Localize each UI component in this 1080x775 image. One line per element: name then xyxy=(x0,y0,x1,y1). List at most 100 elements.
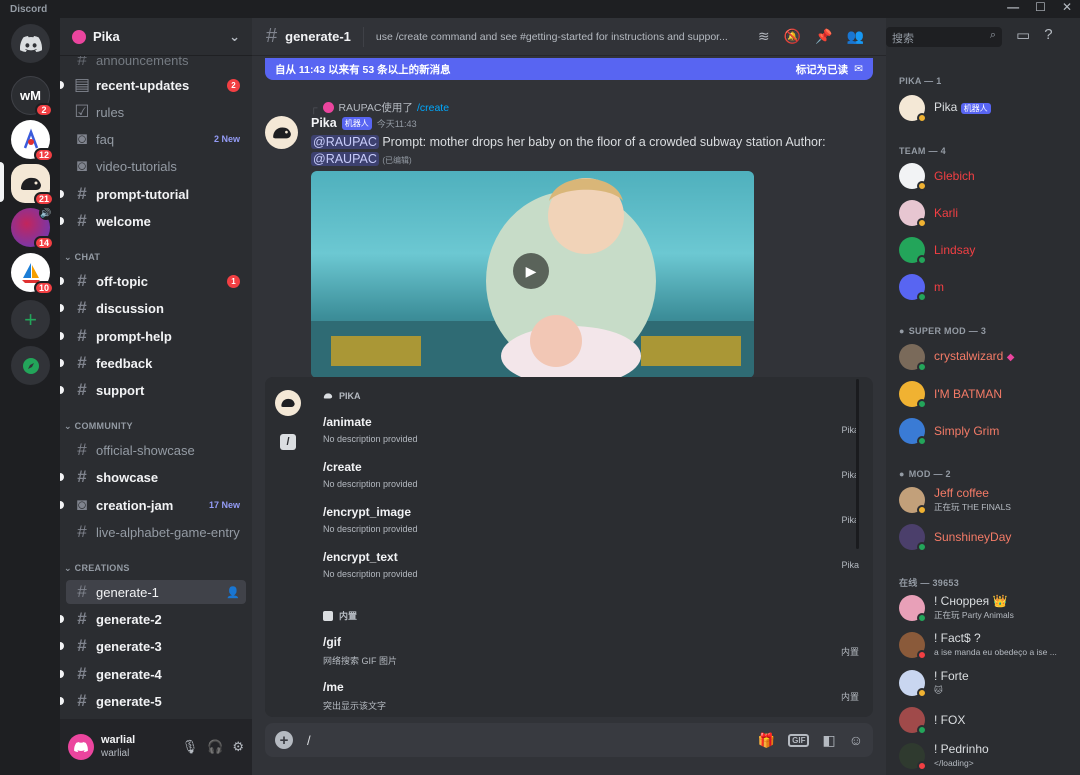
channel-generate-3[interactable]: # generate-3 xyxy=(60,634,246,658)
channel-prompt-tutorial[interactable]: # prompt-tutorial xyxy=(60,182,246,206)
message-content: @RAUPAC Prompt: mother drops her baby on… xyxy=(311,134,871,169)
add-attachment-button[interactable]: + xyxy=(275,731,293,749)
bot-tag: 机器人 xyxy=(960,103,991,114)
scrollbar[interactable] xyxy=(856,379,859,549)
channel-rules[interactable]: ☑ rules xyxy=(66,100,246,124)
channel-showcase[interactable]: # showcase xyxy=(60,465,246,489)
mute-bell-icon[interactable]: 🔕 xyxy=(784,28,801,45)
server-5[interactable]: 10 xyxy=(11,253,54,295)
user-names[interactable]: warlial warlial xyxy=(101,734,135,760)
search-placeholder: 搜索 xyxy=(892,33,914,45)
command-item[interactable]: /encrypt_text No description provided Pi… xyxy=(311,546,865,591)
avatar[interactable] xyxy=(265,116,298,149)
channel-faq[interactable]: ◙ faq 2 New xyxy=(66,127,246,151)
sticker-icon[interactable]: ◧ xyxy=(822,732,835,749)
server-4[interactable]: 14 🔊 xyxy=(11,206,54,250)
channel-feedback[interactable]: # feedback xyxy=(60,351,246,375)
add-server-button[interactable]: + xyxy=(11,300,50,339)
pika-group-icon xyxy=(323,393,333,399)
member-item[interactable]: SunshineyDay xyxy=(899,520,1074,554)
command-item[interactable]: /create No description provided Pika xyxy=(311,456,865,501)
search-input[interactable]: 搜索 ⌕ xyxy=(886,27,1002,47)
help-icon[interactable]: ? xyxy=(1044,26,1052,44)
member-item[interactable]: Glebich xyxy=(899,159,1074,193)
channel-video-tutorials[interactable]: ◙ video-tutorials xyxy=(66,154,246,178)
category-chat[interactable]: ⌄ CHAT xyxy=(64,252,100,263)
inbox-icon[interactable]: ▭ xyxy=(1016,26,1030,44)
command-item[interactable]: /me 突出显示该文字 内置 xyxy=(311,676,865,717)
reply-command[interactable]: /create xyxy=(417,102,449,114)
channel-prompt-help[interactable]: # prompt-help xyxy=(60,324,246,348)
message-author[interactable]: Pika xyxy=(311,116,337,130)
server-2[interactable]: 12 xyxy=(11,120,54,162)
server-wm[interactable]: wM 2 xyxy=(11,76,53,117)
user-mention[interactable]: @RAUPAC xyxy=(311,135,379,149)
gif-button[interactable]: GIF xyxy=(788,733,810,747)
minimize-button[interactable]: — xyxy=(1007,0,1019,14)
member-item[interactable]: Pika 机器人 xyxy=(899,91,1074,125)
video-attachment[interactable]: ▶ xyxy=(311,171,754,378)
reply-context[interactable]: ┌ RAUPAC使用了 /create xyxy=(310,100,449,115)
user-mention[interactable]: @RAUPAC xyxy=(311,152,379,166)
command-item[interactable]: /gif 网络搜索 GIF 图片 内置 xyxy=(311,631,865,676)
server-pika[interactable]: 21 xyxy=(11,164,54,206)
member-list-icon[interactable]: 👥 xyxy=(846,28,863,45)
channel-official-showcase[interactable]: # official-showcase xyxy=(66,438,246,462)
message-input-value[interactable]: / xyxy=(307,733,311,748)
member-item[interactable]: Jeff coffee 正在玩 THE FINALS xyxy=(899,483,1074,517)
pin-icon[interactable]: 📌 xyxy=(815,28,832,45)
microphone-icon[interactable]: 🎙 xyxy=(182,739,199,755)
gear-icon[interactable]: ⚙ xyxy=(232,739,244,755)
channel-generate-4[interactable]: # generate-4 xyxy=(60,662,246,686)
channel-off-topic[interactable]: # off-topic 1 xyxy=(60,269,246,293)
avatar[interactable] xyxy=(68,734,94,760)
emoji-icon[interactable]: ☺ xyxy=(849,732,863,748)
reply-user: RAUPAC使用了 xyxy=(338,102,413,114)
command-item[interactable]: /encrypt_image No description provided P… xyxy=(311,501,865,546)
threads-icon[interactable]: ≋ xyxy=(758,28,770,45)
channel-recent-updates[interactable]: ▤ recent-updates 2 xyxy=(60,73,246,97)
close-button[interactable]: ✕ xyxy=(1062,0,1072,14)
category-creations[interactable]: ⌄ CREATIONS xyxy=(64,563,130,574)
add-member-icon[interactable]: 👤 xyxy=(226,586,240,599)
guild-header[interactable]: Pika ⌄ xyxy=(60,18,252,56)
member-item[interactable]: Karli xyxy=(899,196,1074,230)
channel-generate-1[interactable]: # generate-1 👤 xyxy=(66,580,246,604)
explore-servers-button[interactable] xyxy=(11,346,50,385)
member-item[interactable]: ! Cнoppeя 👑 正在玩 Party Animals xyxy=(899,591,1074,625)
member-item[interactable]: Simply Grim xyxy=(899,414,1074,448)
member-item[interactable]: ! Fact$ ? a ise manda eu obedeço a ise ..… xyxy=(899,628,1074,662)
gift-icon[interactable]: 🎁 xyxy=(758,732,775,749)
category-community[interactable]: ⌄ COMMUNITY xyxy=(64,421,133,432)
builtin-source-icon[interactable]: / xyxy=(280,434,296,450)
unread-dot xyxy=(60,386,64,394)
member-item[interactable]: m xyxy=(899,270,1074,304)
member-item[interactable]: ! Pedrinho </loading> xyxy=(899,739,1074,773)
channel-creation-jam[interactable]: ◙ creation-jam 17 New xyxy=(60,493,246,517)
maximize-button[interactable]: ☐ xyxy=(1035,0,1046,14)
hash-icon: # xyxy=(77,380,87,399)
server-label: wM xyxy=(20,88,41,103)
command-item[interactable]: /animate No description provided Pika xyxy=(311,411,865,456)
channel-welcome[interactable]: # welcome xyxy=(60,209,246,233)
pika-source-icon[interactable] xyxy=(275,390,301,416)
channel-support[interactable]: # support xyxy=(60,378,246,402)
headphones-icon[interactable]: 🎧 xyxy=(207,739,223,755)
play-icon[interactable]: ▶ xyxy=(513,253,549,289)
command-group-header: 内置 xyxy=(323,609,357,622)
channel-discussion[interactable]: # discussion xyxy=(60,296,246,320)
home-button[interactable] xyxy=(11,24,50,63)
member-item[interactable]: I'M BATMAN xyxy=(899,377,1074,411)
mark-read-button[interactable]: 标记为已读 xyxy=(796,62,849,77)
member-item[interactable]: ! FOX xyxy=(899,703,1074,737)
channel-generate-2[interactable]: # generate-2 xyxy=(60,607,246,631)
channel-generate-5[interactable]: # generate-5 xyxy=(60,689,246,713)
member-item[interactable]: ! Forte 🐱 xyxy=(899,666,1074,700)
channel-live-alphabet-game-entry[interactable]: # live-alphabet-game-entry xyxy=(66,520,246,544)
new-messages-bar[interactable]: 自从 11:43 以来有 53 条以上的新消息 标记为已读 ✉ xyxy=(265,58,873,80)
channel-announcements[interactable]: # announcements xyxy=(66,56,246,72)
member-item[interactable]: Lindsay xyxy=(899,233,1074,267)
message-input[interactable]: + / 🎁 GIF ◧ ☺ xyxy=(265,723,873,757)
member-item[interactable]: crystalwizard ◆ xyxy=(899,340,1074,374)
channel-topic[interactable]: use /create command and see #getting-sta… xyxy=(376,31,748,43)
